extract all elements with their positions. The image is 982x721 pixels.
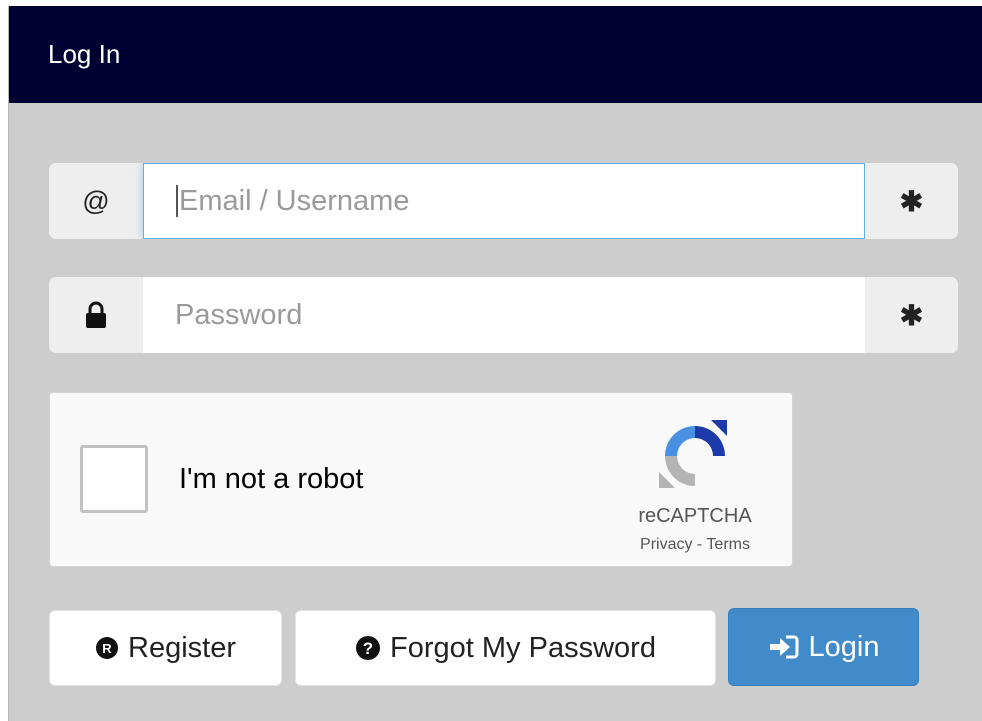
recaptcha-label: I'm not a robot: [179, 463, 364, 495]
asterisk-icon: ✱: [865, 163, 958, 239]
login-panel: Log In @ Email / Username ✱ Password ✱ I…: [8, 6, 982, 721]
asterisk-icon: ✱: [865, 277, 958, 353]
email-placeholder: Email / Username: [179, 184, 410, 217]
recaptcha-logo-icon: [659, 420, 727, 488]
lock-icon: [49, 277, 143, 353]
text-caret: [176, 185, 178, 217]
recaptcha-checkbox[interactable]: [80, 445, 148, 513]
register-label: Register: [128, 631, 236, 664]
password-input-group: Password ✱: [49, 277, 958, 353]
email-field[interactable]: Email / Username: [143, 163, 865, 239]
login-button[interactable]: Login: [728, 608, 919, 686]
sign-in-icon: [769, 635, 799, 659]
panel-header: Log In: [9, 6, 982, 103]
forgot-password-label: Forgot My Password: [390, 631, 656, 664]
svg-text:?: ?: [363, 639, 373, 658]
recaptcha-widget: I'm not a robot reCAPTCHA Privacy - Term…: [49, 392, 793, 567]
forgot-password-button[interactable]: ? Forgot My Password: [295, 610, 716, 686]
registered-icon: R: [96, 637, 118, 659]
recaptcha-brand: reCAPTCHA: [638, 505, 752, 527]
recaptcha-privacy-terms-link[interactable]: Privacy - Terms: [610, 536, 780, 554]
question-circle-icon: ?: [356, 636, 381, 660]
register-button[interactable]: R Register: [49, 610, 282, 686]
at-sign-icon: @: [49, 163, 143, 239]
login-label: Login: [808, 630, 880, 663]
password-field[interactable]: Password: [143, 277, 865, 353]
email-input-group: @ Email / Username ✱: [49, 163, 958, 239]
password-placeholder: Password: [175, 298, 303, 331]
page-title: Log In: [48, 39, 121, 69]
svg-text:R: R: [102, 641, 112, 656]
